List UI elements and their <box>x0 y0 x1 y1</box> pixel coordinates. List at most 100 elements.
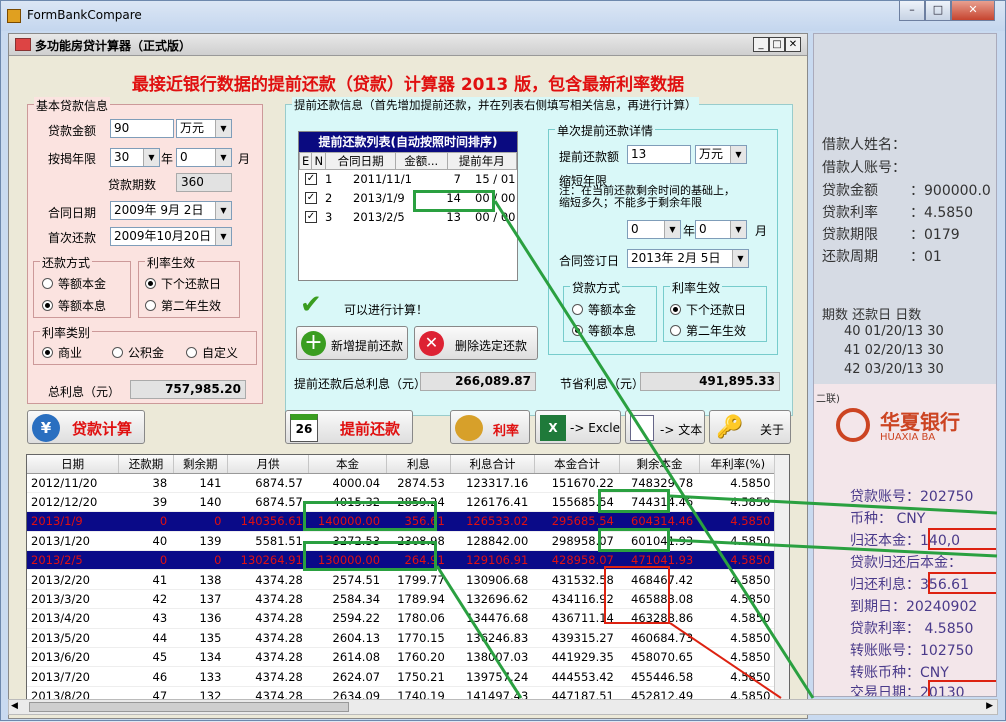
grid-column-header[interactable]: 年利率(%) <box>699 455 778 474</box>
grid-row[interactable]: 2013/7/20 46 133 4374.28 2624.07 1750.21 13975… <box>27 666 777 687</box>
grid-row[interactable]: 2013/6/20 45 134 4374.28 2614.08 1760.20 13800… <box>27 647 777 668</box>
prepay-amount-input[interactable]: 13 <box>627 145 691 164</box>
amount-unit: 万元 <box>180 121 205 135</box>
amount-input[interactable]: 90 <box>110 119 174 138</box>
grid-cell: 441929.35 <box>534 647 620 668</box>
radio-custom[interactable]: 自定义 <box>186 344 238 361</box>
sign-date-picker[interactable]: 2013年 2月 5日 ▼ <box>627 249 749 268</box>
horizontal-scrollbar[interactable]: ◀ ▶ <box>8 699 998 715</box>
radio-equal-installment[interactable]: 等额本息 <box>572 322 636 339</box>
radio-label: 下个还款日 <box>161 277 222 291</box>
prepay-column-header[interactable]: 合同日期 <box>325 152 396 170</box>
add-prepay-button[interactable]: + 新增提前还款 <box>296 326 408 360</box>
grid-cell: 41 <box>118 569 174 590</box>
single-prepay-group: 单次提前还款详情 提前还款额 13 万元 ▼ 缩短年限 注：在当前还款剩余时间的基… <box>548 122 778 355</box>
export-text-button[interactable]: -> 文本 <box>625 410 705 444</box>
radio-second-year[interactable]: 第二年生效 <box>670 322 746 339</box>
maximize-button[interactable]: □ <box>925 1 951 21</box>
radio-provident-fund[interactable]: 公积金 <box>112 344 164 361</box>
years-select[interactable]: 30 ▼ <box>110 148 160 167</box>
button-label: 删除选定还款 <box>455 339 528 353</box>
grid-cell: 2013/4/20 <box>27 608 119 629</box>
radio-next-payment[interactable]: 下个还款日 <box>145 275 221 292</box>
prepay-row-date: 2013/1/9 <box>353 191 405 205</box>
grid-column-header[interactable]: 日期 <box>27 455 120 474</box>
checkbox-checked-icon[interactable]: ✓ <box>305 211 317 223</box>
grid-cell: 1770.15 <box>386 628 451 649</box>
doc-text: 币种： CNY <box>850 511 926 527</box>
prepay-calc-button[interactable]: 26 提前还款 <box>285 410 413 444</box>
annotation-box-red <box>604 566 670 624</box>
grid-column-header[interactable]: 还款期 <box>118 455 174 474</box>
schedule-grid[interactable]: 日期 还款期 剩余期 月供 本金 利息 利息合计 本金合计 剩余本金 年利率(%) 2012/11/… <box>26 454 790 714</box>
excel-icon: X <box>540 415 566 441</box>
repay-method-group: 还款方式 等额本金 等额本息 <box>33 254 131 318</box>
grid-cell: 5581.51 <box>227 531 309 552</box>
grid-column-header[interactable]: 利息合计 <box>450 455 535 474</box>
first-payment-picker[interactable]: 2009年10月20日 ▼ <box>110 227 232 246</box>
prepay-column-header[interactable]: 金额... <box>394 152 448 170</box>
amount-label: 贷款金额 <box>48 124 97 138</box>
grid-cell: 138 <box>173 569 228 590</box>
checkbox-checked-icon[interactable]: ✓ <box>305 192 317 204</box>
months-value: 0 <box>180 150 188 164</box>
doc-text: 贷款期限 <box>822 227 878 243</box>
grid-cell: 1799.77 <box>386 569 451 590</box>
close-button[interactable]: ✕ <box>951 1 995 21</box>
radio-label: 等额本金 <box>588 303 637 317</box>
delete-prepay-button[interactable]: ✕ 删除选定还款 <box>414 326 538 360</box>
shorten-years-select[interactable]: 0 ▼ <box>627 220 681 239</box>
grid-row[interactable]: 2013/5/20 44 135 4374.28 2604.13 1770.15 13624… <box>27 628 777 649</box>
grid-cell: 140356.61 <box>227 511 309 532</box>
inner-title-bar[interactable]: 多功能房贷计算器（正式版） _ □ ✕ <box>9 34 807 56</box>
grid-cell: 139 <box>173 531 228 552</box>
saved-interest-label: 节省利息（元） <box>560 377 645 391</box>
minimize-button[interactable]: – <box>899 1 925 21</box>
grid-column-header[interactable]: 本金合计 <box>534 455 621 474</box>
months-select[interactable]: 0 ▼ <box>176 148 232 167</box>
contract-date-picker[interactable]: 2009年 9月 2日 ▼ <box>110 201 232 220</box>
total-interest-value: 757,985.20 <box>130 380 246 399</box>
prepay-column-header[interactable]: N <box>311 152 327 170</box>
inner-maximize-button[interactable]: □ <box>769 37 785 52</box>
grid-column-header[interactable]: 本金 <box>308 455 387 474</box>
bank-logo-icon <box>836 408 870 442</box>
title-bar[interactable]: FormBankCompare – □ ✕ <box>1 1 1005 31</box>
radio-next-payment[interactable]: 下个还款日 <box>670 301 746 318</box>
export-excel-button[interactable]: X -> Excle <box>535 410 621 444</box>
grid-cell: 1760.20 <box>386 647 451 668</box>
inner-close-button[interactable]: ✕ <box>785 37 801 52</box>
loan-calc-button[interactable]: ¥ 贷款计算 <box>27 410 145 444</box>
vertical-scrollbar[interactable] <box>774 455 789 713</box>
radio-second-year[interactable]: 第二年生效 <box>145 297 221 314</box>
dropdown-arrow-icon: ▼ <box>215 228 231 245</box>
grid-column-header[interactable]: 利息 <box>386 455 452 474</box>
grid-column-header[interactable]: 月供 <box>227 455 310 474</box>
checkbox-checked-icon[interactable]: ✓ <box>305 173 317 185</box>
radio-commercial[interactable]: 商业 <box>42 344 82 361</box>
grid-cell: 2584.34 <box>308 589 387 610</box>
radio-equal-installment[interactable]: 等额本息 <box>42 297 106 314</box>
saved-interest-value: 491,895.33 <box>640 372 780 391</box>
scroll-thumb[interactable] <box>29 702 349 712</box>
grid-cell: 4000.04 <box>308 473 387 493</box>
grid-cell: 1789.94 <box>386 589 451 610</box>
grid-cell: 139757.24 <box>450 666 535 687</box>
calculator-window: 多功能房贷计算器（正式版） _ □ ✕ 最接近银行数据的提前还款（贷款）计算器 … <box>8 33 808 719</box>
grid-column-header[interactable]: 剩余期 <box>173 455 228 474</box>
prepay-column-header[interactable]: E <box>298 152 313 170</box>
radio-icon <box>145 300 156 311</box>
inner-minimize-button[interactable]: _ <box>753 37 769 52</box>
prepay-column-header[interactable]: 提前年月 <box>446 152 518 170</box>
prepay-unit-select[interactable]: 万元 ▼ <box>695 145 747 164</box>
grid-cell: 4.5850 <box>699 569 777 590</box>
grid-column-header[interactable]: 剩余本金 <box>619 455 700 474</box>
about-button[interactable]: 🔑 关于 <box>709 410 791 444</box>
rate-button[interactable]: 利率 <box>450 410 530 444</box>
amount-unit-select[interactable]: 万元 ▼ <box>176 119 232 138</box>
first-payment-label: 首次还款 <box>48 231 97 245</box>
radio-equal-principal[interactable]: 等额本金 <box>572 301 636 318</box>
shorten-months-select[interactable]: 0 ▼ <box>695 220 747 239</box>
radio-equal-principal[interactable]: 等额本金 <box>42 275 106 292</box>
prepay-row[interactable]: ✓ 1 2011/11/1 7 15 / 01 <box>299 170 517 189</box>
